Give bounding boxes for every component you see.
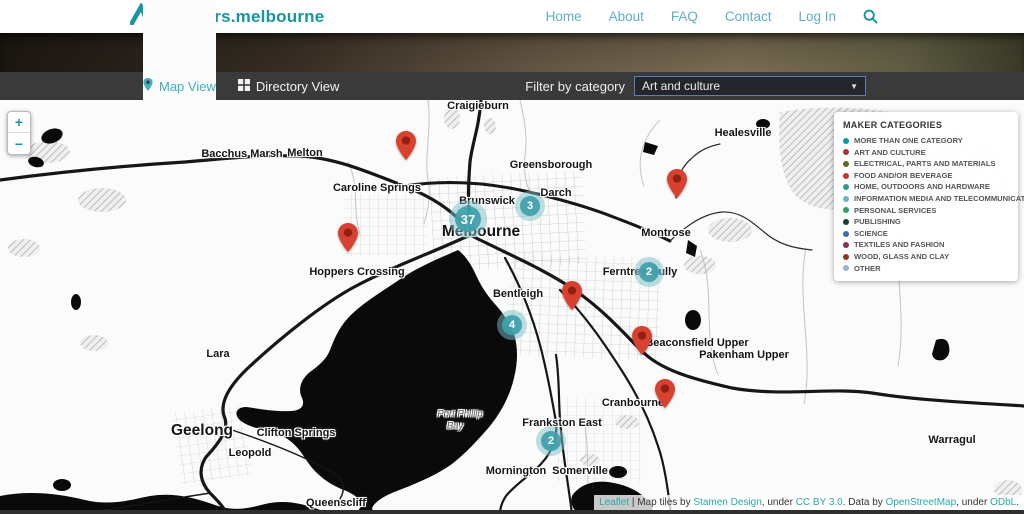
view-toolbar: Map View Directory View Filter by catego…	[0, 72, 1024, 100]
maker-categories-legend: MAKER CATEGORIES MORE THAN ONE CATEGORYA…	[834, 112, 1018, 281]
legend-item-publishing: PUBLISHING	[843, 216, 1009, 228]
cluster-marker-2[interactable]: 2	[541, 431, 561, 451]
legend-item-art-and-culture: ART AND CULTURE	[843, 147, 1009, 159]
map-pin-marker[interactable]	[395, 131, 417, 160]
cluster-marker-37[interactable]: 37	[455, 206, 481, 232]
cluster-count: 3	[520, 196, 540, 216]
legend-label: INFORMATION MEDIA AND TELECOMMUNICATIONS	[854, 193, 1024, 205]
map-pin-marker[interactable]	[631, 326, 653, 355]
legend-dot	[843, 184, 849, 190]
legend-label: FOOD AND/OR BEVERAGE	[854, 170, 952, 182]
nav-link-about[interactable]: About	[609, 9, 644, 24]
legend-label: TEXTILES AND FASHION	[854, 239, 944, 251]
legend-dot	[843, 149, 849, 155]
map-view-label: Map View	[159, 79, 216, 94]
attribution-text: .	[1016, 497, 1019, 508]
chevron-down-icon: ▼	[850, 82, 858, 91]
attribution-text: , under	[956, 497, 990, 508]
legend-dot	[843, 254, 849, 260]
legend-item-home-outdoors-and-hardware: HOME, OUTDOORS AND HARDWARE	[843, 181, 1009, 193]
location-pin-icon	[143, 78, 153, 94]
category-filter-dropdown[interactable]: Art and culture ▼	[634, 76, 866, 96]
attribution-link-cc-by-3-0[interactable]: CC BY 3.0	[796, 497, 843, 508]
filter-group: Filter by category Art and culture ▼	[525, 76, 866, 96]
attribution-link-odbl[interactable]: ODbL	[990, 497, 1016, 508]
legend-dot	[843, 196, 849, 202]
search-icon[interactable]	[863, 9, 878, 24]
map-attribution: Leaflet | Map tiles by Stamen Design, un…	[594, 495, 1024, 510]
legend-label: PERSONAL SERVICES	[854, 205, 936, 217]
cluster-count: 4	[502, 315, 522, 335]
filter-label: Filter by category	[525, 79, 625, 94]
legend-label: MORE THAN ONE CATEGORY	[854, 135, 963, 147]
nav-link-faq[interactable]: FAQ	[671, 9, 698, 24]
legend-label: ART AND CULTURE	[854, 147, 926, 159]
nav-links: Home About FAQ Contact Log In	[546, 9, 878, 24]
bottom-edge-bar	[0, 510, 1024, 514]
legend-label: OTHER	[854, 263, 881, 275]
directory-view-toggle[interactable]: Directory View	[238, 79, 340, 94]
legend-items: MORE THAN ONE CATEGORYART AND CULTUREELE…	[843, 135, 1009, 274]
zoom-control: + −	[7, 111, 31, 155]
map-pin-marker[interactable]	[337, 223, 359, 252]
category-filter-value: Art and culture	[642, 79, 720, 93]
legend-item-wood-glass-and-clay: WOOD, GLASS AND CLAY	[843, 251, 1009, 263]
zoom-in-button[interactable]: +	[8, 112, 30, 133]
legend-item-other: OTHER	[843, 263, 1009, 275]
legend-label: SCIENCE	[854, 228, 888, 240]
nav-link-log-in[interactable]: Log In	[798, 9, 836, 24]
legend-dot	[843, 242, 849, 248]
legend-dot	[843, 138, 849, 144]
attribution-text: | Map tiles by	[629, 497, 693, 508]
directory-view-label: Directory View	[256, 79, 340, 94]
legend-item-science: SCIENCE	[843, 228, 1009, 240]
map-canvas[interactable]: + − MAKER CATEGORIES MORE THAN ONE CATEG…	[0, 100, 1024, 514]
attribution-text: . Data by	[843, 497, 886, 508]
attribution-link-stamen-design[interactable]: Stamen Design	[693, 497, 761, 508]
cluster-count: 2	[639, 262, 659, 282]
cluster-marker-3[interactable]: 3	[520, 196, 540, 216]
legend-dot	[843, 207, 849, 213]
legend-title: MAKER CATEGORIES	[843, 120, 1009, 130]
legend-dot	[843, 173, 849, 179]
map-pin-marker[interactable]	[654, 379, 676, 408]
map-pin-marker[interactable]	[666, 169, 688, 198]
grid-icon	[238, 79, 250, 94]
legend-dot	[843, 219, 849, 225]
nav-link-home[interactable]: Home	[546, 9, 582, 24]
legend-label: WOOD, GLASS AND CLAY	[854, 251, 949, 263]
cluster-marker-2[interactable]: 2	[639, 262, 659, 282]
legend-item-personal-services: PERSONAL SERVICES	[843, 205, 1009, 217]
legend-dot	[843, 161, 849, 167]
cluster-marker-4[interactable]: 4	[502, 315, 522, 335]
legend-item-textiles-and-fashion: TEXTILES AND FASHION	[843, 239, 1009, 251]
page: makers.melbourne HomeAboutFAQContactLog …	[0, 0, 1024, 514]
nav-link-contact[interactable]: Contact	[725, 9, 772, 24]
cluster-count: 37	[455, 206, 481, 232]
attribution-link-leaflet[interactable]: Leaflet	[599, 497, 629, 508]
legend-item-electrical-parts-and-materials: ELECTRICAL, PARTS AND MATERIALS	[843, 158, 1009, 170]
legend-label: HOME, OUTDOORS AND HARDWARE	[854, 181, 990, 193]
map-pin-marker[interactable]	[561, 281, 583, 310]
legend-label: ELECTRICAL, PARTS AND MATERIALS	[854, 158, 996, 170]
legend-dot	[843, 231, 849, 237]
legend-dot	[843, 265, 849, 271]
legend-item-food-and-or-beverage: FOOD AND/OR BEVERAGE	[843, 170, 1009, 182]
legend-item-more-than-one-category: MORE THAN ONE CATEGORY	[843, 135, 1009, 147]
attribution-link-openstreetmap[interactable]: OpenStreetMap	[886, 497, 957, 508]
legend-label: PUBLISHING	[854, 216, 901, 228]
cluster-count: 2	[541, 431, 561, 451]
attribution-text: , under	[762, 497, 796, 508]
zoom-out-button[interactable]: −	[8, 133, 30, 154]
legend-item-information-media-and-telecommunications: INFORMATION MEDIA AND TELECOMMUNICATIONS	[843, 193, 1009, 205]
